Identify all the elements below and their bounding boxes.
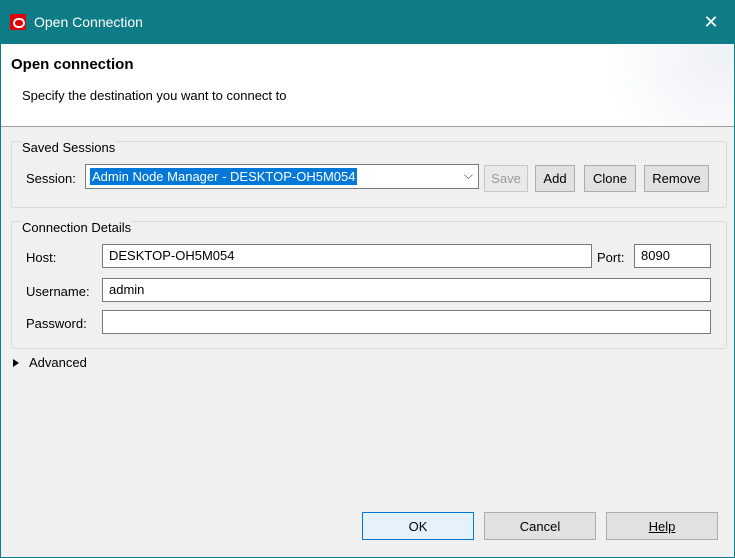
chevron-down-icon[interactable]: ⌵ [464, 168, 473, 183]
window-title: Open Connection [34, 14, 143, 30]
username-field[interactable]: admin [102, 278, 711, 302]
header-title: Open connection [11, 56, 134, 73]
dialog-header: Open connection Specify the destination … [1, 44, 734, 127]
port-field[interactable]: 8090 [634, 244, 711, 268]
save-button[interactable]: Save [484, 165, 528, 192]
header-subtitle: Specify the destination you want to conn… [22, 88, 287, 103]
session-selected-value: Admin Node Manager - DESKTOP-OH5M054 [90, 168, 358, 185]
add-button[interactable]: Add [535, 165, 575, 192]
host-label: Host: [26, 250, 57, 265]
remove-button[interactable]: Remove [644, 165, 709, 192]
triangle-right-icon[interactable] [13, 359, 19, 367]
username-label: Username: [26, 284, 90, 299]
oracle-icon [10, 14, 26, 30]
help-button[interactable]: Help [606, 512, 718, 540]
title-bar: Open Connection ✕ [1, 1, 734, 44]
ok-button[interactable]: OK [362, 512, 474, 540]
connection-details-label: Connection Details [22, 220, 132, 235]
port-label: Port: [597, 250, 625, 265]
clone-button[interactable]: Clone [584, 165, 636, 192]
saved-sessions-label: Saved Sessions [22, 140, 116, 155]
close-icon: ✕ [703, 12, 719, 32]
close-button[interactable]: ✕ [688, 1, 734, 44]
header-decoration [594, 44, 734, 126]
advanced-expander[interactable]: Advanced [29, 355, 87, 370]
host-field[interactable]: DESKTOP-OH5M054 [102, 244, 592, 268]
password-field[interactable] [102, 310, 711, 334]
open-connection-dialog: Open Connection ✕ Open connection Specif… [0, 0, 735, 558]
session-dropdown[interactable]: Admin Node Manager - DESKTOP-OH5M054 ⌵ [85, 164, 479, 189]
session-label: Session: [26, 171, 76, 186]
password-label: Password: [26, 316, 87, 331]
cancel-button[interactable]: Cancel [484, 512, 596, 540]
